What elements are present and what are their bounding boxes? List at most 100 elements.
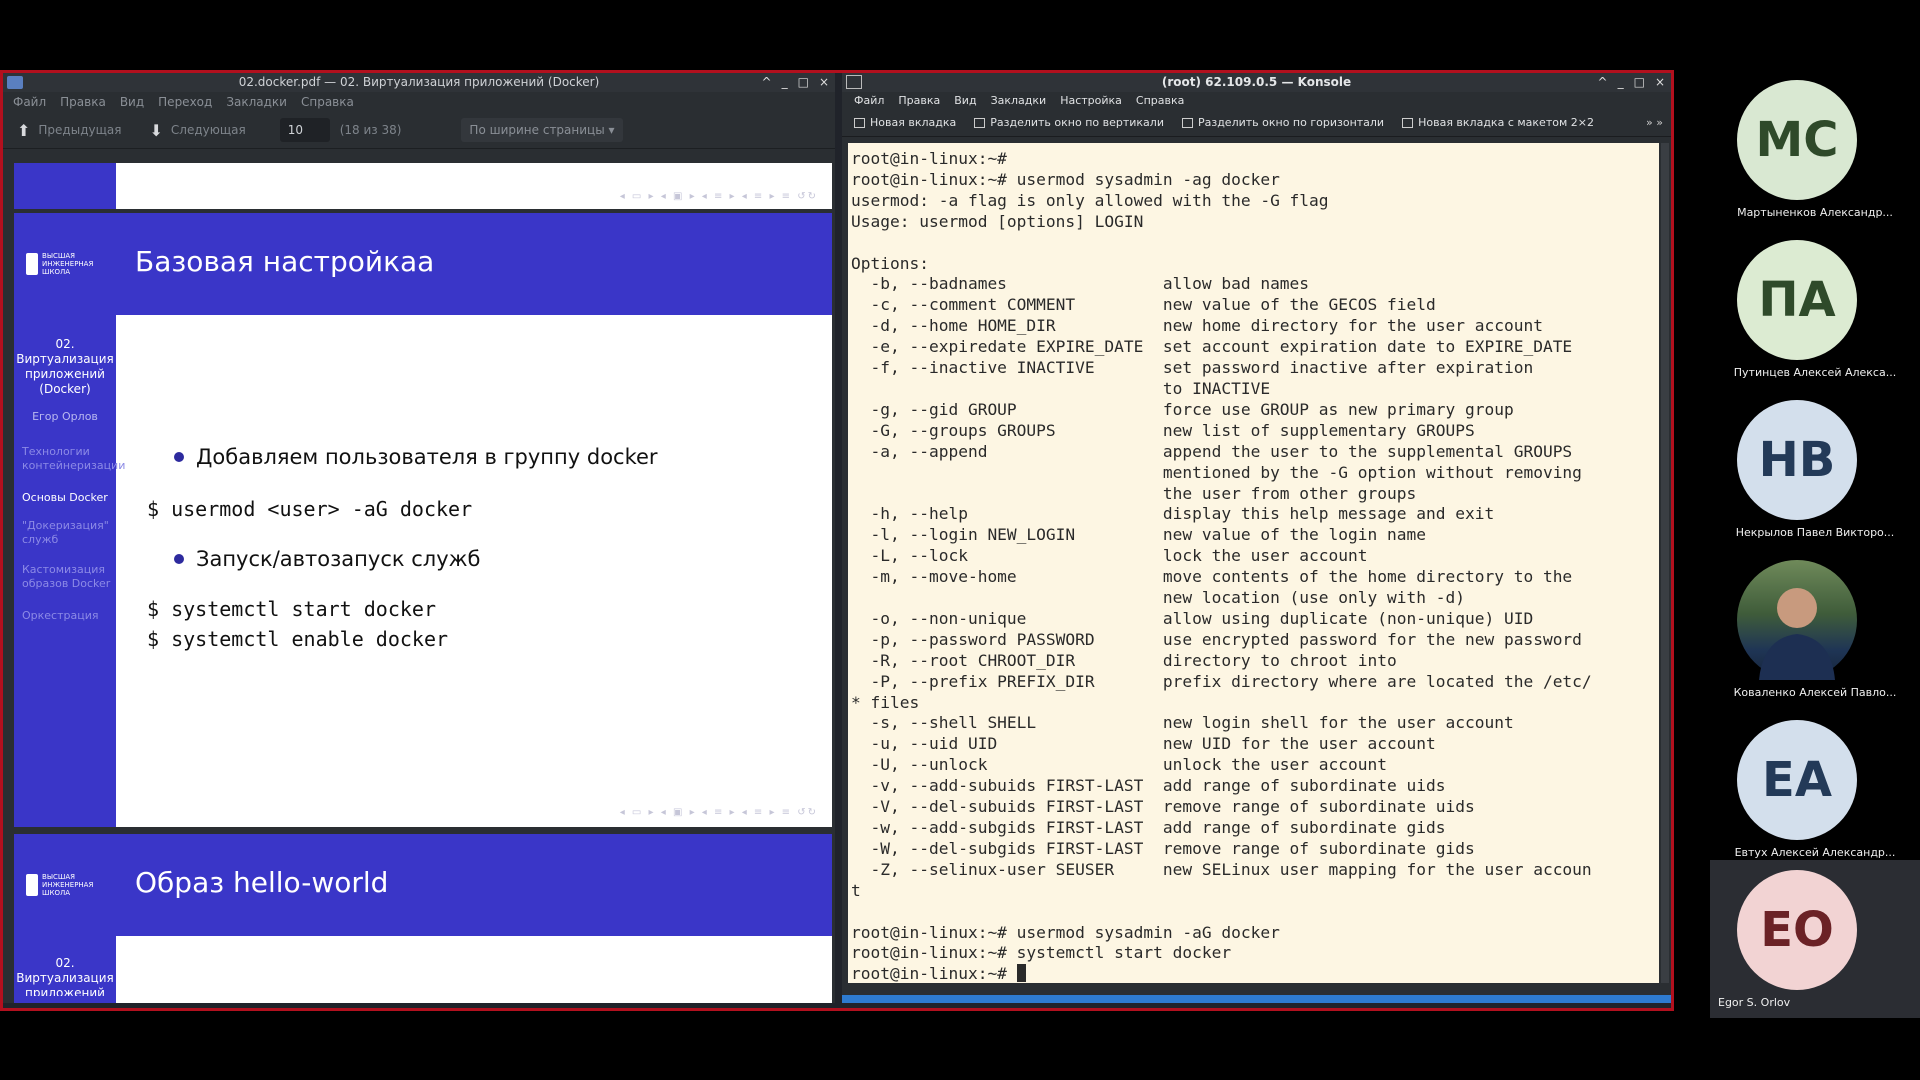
window-title: 02.docker.pdf — 02. Виртуализация прилож… (238, 75, 600, 89)
participant-name: Egor S. Orlov (1718, 996, 1791, 1009)
slide-nav-controls: ◂ ▭ ▸ ◂ ▣ ▸ ◂ ≡ ▸ ◂ ≡ ▸ ≡ ↺↻ (619, 807, 818, 818)
split-horizontal-icon (1181, 118, 1193, 128)
terminal-text: root@in-linux:~# root@in-linux:~# usermo… (851, 149, 1592, 983)
slide-title: Базовая настройкаа (135, 245, 435, 278)
bullet-icon (174, 452, 184, 462)
menu-edit[interactable]: Правка (60, 92, 106, 112)
minimize-icon[interactable]: _ (782, 73, 788, 92)
menu-help[interactable]: Справка (301, 92, 354, 112)
split-horizontal-button[interactable]: Разделить окно по горизонтали (1181, 110, 1384, 136)
participant-tile[interactable]: ПА Путинцев Алексей Алекса... (1710, 230, 1920, 388)
slide-sidebar (14, 163, 116, 209)
participant-tile[interactable]: НВ Некрылов Павел Викторо... (1710, 390, 1920, 548)
avatar: ЕО (1737, 870, 1857, 990)
school-logo-text: ВЫСШАЯ ИНЖЕНЕРНАЯ ШКОЛА (42, 252, 94, 276)
person-photo-icon (1759, 588, 1835, 680)
pdf-toolbar: ⬆ Предыдущая ⬇ Следующая 10 (18 из 38) П… (3, 112, 835, 149)
slide-title: Образ hello-world (135, 866, 389, 899)
bullet-text: Запуск/автозапуск служб (196, 547, 481, 571)
participant-name: Мартыненков Александр... (1737, 206, 1893, 219)
pdf-viewer-window: 02.docker.pdf — 02. Виртуализация прилож… (3, 73, 835, 1003)
chevron-down-icon: ▾ (608, 123, 615, 137)
avatar: НВ (1737, 400, 1857, 520)
terminal-menubar: Файл Правка Вид Закладки Настройка Справ… (842, 92, 1671, 110)
arrow-down-icon: ⬇ (149, 120, 163, 140)
slide-next: ВЫСШАЯ ИНЖЕНЕРНАЯ ШКОЛА Образ hello-worl… (14, 834, 832, 1003)
terminal-focus-bar (842, 995, 1671, 1003)
new-tab-label: Новая вкладка (870, 116, 957, 129)
close-icon[interactable]: × (819, 73, 829, 92)
pdf-menubar: Файл Правка Вид Переход Закладки Справка (3, 92, 835, 112)
menu-settings[interactable]: Настройка (1060, 92, 1122, 110)
slide-code-line: $ usermod <user> -aG docker (147, 497, 473, 521)
slide-nav-item-active[interactable]: Основы Docker (22, 491, 116, 505)
terminal-scrollbar[interactable] (1661, 143, 1669, 983)
menu-file[interactable]: Файл (13, 92, 46, 112)
slide-nav-item[interactable]: Оркестрация (22, 609, 116, 623)
participant-tile[interactable]: Коваленко Алексей Павло... (1710, 550, 1920, 708)
terminal-output[interactable]: root@in-linux:~# root@in-linux:~# usermo… (848, 143, 1659, 983)
next-page-button[interactable]: ⬇ Следующая (149, 121, 245, 140)
menu-edit[interactable]: Правка (898, 92, 940, 110)
previous-page-button[interactable]: ⬆ Предыдущая (17, 121, 121, 140)
participants-panel: МС Мартыненков Александр... ПА Путинцев … (1710, 70, 1920, 1030)
keep-above-icon[interactable]: ^ (1598, 73, 1608, 92)
participant-tile[interactable]: МС Мартыненков Александр... (1710, 70, 1920, 228)
toolbar-overflow-icon[interactable]: » » (1646, 110, 1663, 136)
next-page-label: Следующая (170, 123, 246, 137)
school-logo: ВЫСШАЯ ИНЖЕНЕРНАЯ ШКОЛА (26, 870, 106, 900)
pdf-viewer-titlebar[interactable]: 02.docker.pdf — 02. Виртуализация прилож… (3, 73, 835, 92)
menu-go[interactable]: Переход (158, 92, 212, 112)
terminal-titlebar[interactable]: (root) 62.109.0.5 — Konsole ^ _ □ × (842, 73, 1671, 92)
school-logo-mark (26, 874, 39, 896)
menu-help[interactable]: Справка (1136, 92, 1184, 110)
menu-file[interactable]: Файл (854, 92, 884, 110)
participant-name: Евтух Алексей Александр... (1734, 846, 1896, 859)
participant-tile[interactable]: ЕА Евтух Алексей Александр... (1710, 710, 1920, 868)
slide-nav-item[interactable]: Технологии контейнеризации (22, 445, 125, 473)
slide-section-title: 02. Виртуализация приложений (16, 956, 114, 996)
participant-name: Путинцев Алексей Алекса... (1733, 366, 1897, 379)
menu-view[interactable]: Вид (954, 92, 976, 110)
participant-name: Некрылов Павел Викторо... (1735, 526, 1895, 539)
minimize-icon[interactable]: _ (1618, 73, 1624, 92)
slide-author: Егор Орлов (32, 410, 98, 423)
terminal-window: (root) 62.109.0.5 — Konsole ^ _ □ × Файл… (842, 73, 1671, 1003)
avatar: ЕА (1737, 720, 1857, 840)
maximize-icon[interactable]: □ (798, 73, 809, 92)
participant-name: Коваленко Алексей Павло... (1733, 686, 1897, 699)
keep-above-icon[interactable]: ^ (762, 73, 772, 92)
bullet-text: Добавляем пользователя в группу docker (196, 445, 658, 469)
previous-page-label: Предыдущая (38, 123, 122, 137)
grid-layout-icon (1402, 118, 1414, 128)
slide-nav-item[interactable]: "Докеризация" служб (22, 519, 116, 547)
new-tab-2x2-label: Новая вкладка с макетом 2×2 (1418, 116, 1594, 129)
pdf-page-view[interactable]: ◂ ▭ ▸ ◂ ▣ ▸ ◂ ≡ ▸ ◂ ≡ ▸ ≡ ↺↻ ВЫСШАЯ ИНЖЕ… (10, 163, 832, 1003)
bullet-icon (174, 554, 184, 564)
zoom-select[interactable]: По ширине страницы ▾ (461, 118, 623, 142)
arrow-up-icon: ⬆ (17, 120, 31, 140)
new-tab-2x2-button[interactable]: Новая вкладка с макетом 2×2 (1402, 110, 1594, 136)
avatar-photo (1737, 560, 1857, 680)
avatar: ПА (1737, 240, 1857, 360)
new-tab-button[interactable]: Новая вкладка (854, 110, 956, 136)
slide-nav-item[interactable]: Кастомизация образов Docker (22, 563, 116, 591)
terminal-cursor (1016, 964, 1026, 983)
page-number-input[interactable]: 10 (279, 118, 330, 142)
menu-bookmarks[interactable]: Закладки (991, 92, 1047, 110)
slide-current: ВЫСШАЯ ИНЖЕНЕРНАЯ ШКОЛА Базовая настройк… (14, 213, 832, 827)
split-vertical-button[interactable]: Разделить окно по вертикали (974, 110, 1164, 136)
slide-code-line: $ systemctl start docker (147, 597, 436, 621)
menu-view[interactable]: Вид (120, 92, 144, 112)
new-tab-icon (854, 118, 865, 128)
close-icon[interactable]: × (1655, 73, 1665, 92)
maximize-icon[interactable]: □ (1634, 73, 1645, 92)
slide-bullet: Запуск/автозапуск служб (174, 547, 480, 571)
terminal-toolbar: Новая вкладка Разделить окно по вертикал… (842, 110, 1671, 137)
menu-bookmarks[interactable]: Закладки (226, 92, 287, 112)
slide-bullet: Добавляем пользователя в группу docker (174, 445, 658, 469)
avatar: МС (1737, 80, 1857, 200)
slide-nav-controls: ◂ ▭ ▸ ◂ ▣ ▸ ◂ ≡ ▸ ◂ ≡ ▸ ≡ ↺↻ (619, 191, 818, 202)
window-title: (root) 62.109.0.5 — Konsole (1161, 75, 1352, 89)
participant-tile-active[interactable]: ЕО Egor S. Orlov (1710, 860, 1920, 1018)
